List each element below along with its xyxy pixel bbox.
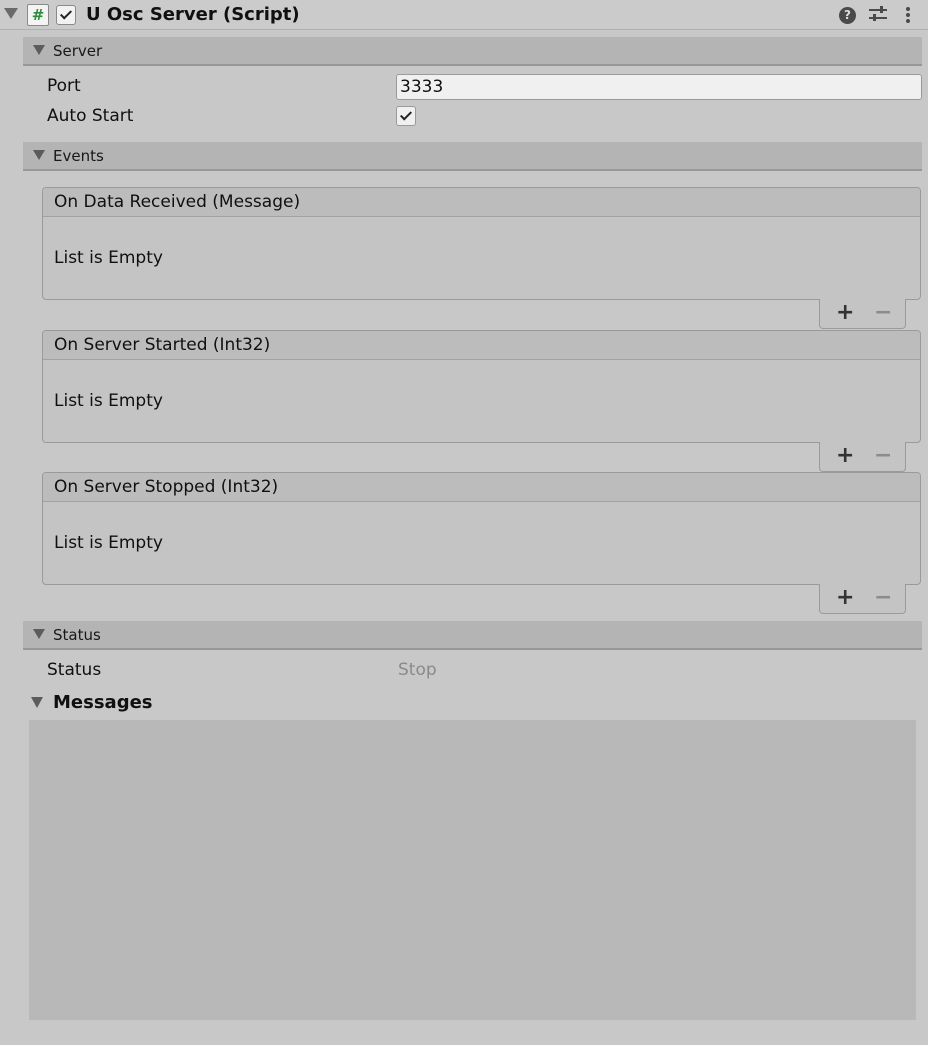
kebab-menu-icon[interactable] <box>905 6 911 24</box>
event-title: On Server Started (Int32) <box>54 335 271 355</box>
add-item-button[interactable]: + <box>836 302 854 324</box>
section-events-label: Events <box>53 147 104 165</box>
event-header: On Data Received (Message) <box>43 188 920 217</box>
checkmark-icon <box>399 108 413 121</box>
script-icon: # <box>27 4 49 26</box>
component-foldout-icon[interactable] <box>4 8 18 19</box>
status-label: Status <box>47 660 102 680</box>
messages-area[interactable] <box>29 720 916 1020</box>
empty-list-text: List is Empty <box>54 533 163 553</box>
foldout-arrow-icon <box>33 629 45 639</box>
remove-item-button[interactable]: − <box>874 587 892 609</box>
section-server[interactable]: Server <box>23 37 922 66</box>
section-status-label: Status <box>53 626 101 644</box>
remove-item-button[interactable]: − <box>874 445 892 467</box>
section-events[interactable]: Events <box>23 142 922 171</box>
event-title: On Server Stopped (Int32) <box>54 477 279 497</box>
component-enabled-checkbox[interactable] <box>56 5 76 25</box>
event-header: On Server Stopped (Int32) <box>43 473 920 502</box>
add-item-button[interactable]: + <box>836 587 854 609</box>
auto-start-label: Auto Start <box>47 106 134 126</box>
messages-foldout-icon[interactable] <box>31 697 43 708</box>
event-title: On Data Received (Message) <box>54 192 301 212</box>
messages-label[interactable]: Messages <box>53 692 153 713</box>
foldout-arrow-icon <box>33 150 45 160</box>
port-input[interactable]: 3333 <box>396 74 922 100</box>
list-footer: + − <box>819 299 906 329</box>
help-icon[interactable]: ? <box>839 7 856 24</box>
event-list-server-started: On Server Started (Int32) List is Empty <box>42 330 921 443</box>
add-item-button[interactable]: + <box>836 445 854 467</box>
auto-start-checkbox[interactable] <box>396 106 416 126</box>
foldout-arrow-icon <box>33 45 45 55</box>
status-value: Stop <box>398 660 437 680</box>
empty-list-text: List is Empty <box>54 391 163 411</box>
list-footer: + − <box>819 442 906 472</box>
section-server-label: Server <box>53 42 103 60</box>
port-label: Port <box>47 76 81 96</box>
checkmark-icon <box>59 7 73 20</box>
section-status[interactable]: Status <box>23 621 922 650</box>
event-header: On Server Started (Int32) <box>43 331 920 360</box>
list-footer: + − <box>819 584 906 614</box>
event-list-server-stopped: On Server Stopped (Int32) List is Empty <box>42 472 921 585</box>
presets-icon[interactable] <box>869 6 887 24</box>
component-title: U Osc Server (Script) <box>86 4 300 25</box>
empty-list-text: List is Empty <box>54 248 163 268</box>
remove-item-button[interactable]: − <box>874 302 892 324</box>
event-list-data-received: On Data Received (Message) List is Empty <box>42 187 921 300</box>
